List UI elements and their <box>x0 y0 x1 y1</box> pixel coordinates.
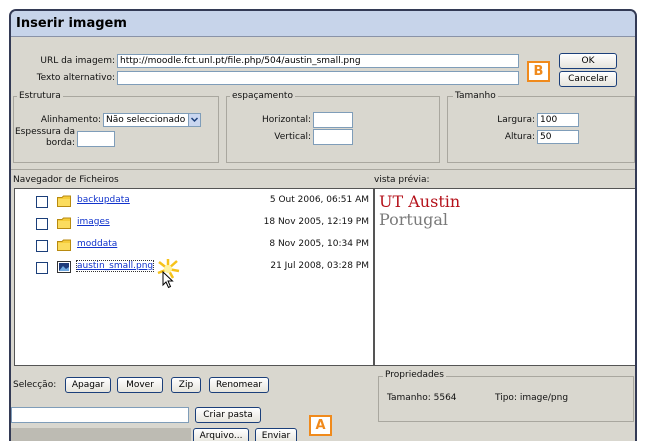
file-checkbox[interactable] <box>36 240 48 252</box>
file-link[interactable]: moddata <box>77 239 117 249</box>
file-link[interactable]: backupdata <box>77 195 130 205</box>
folder-icon <box>57 195 71 207</box>
border-width-input[interactable] <box>77 131 115 147</box>
file-date: 21 Jul 2008, 03:28 PM <box>270 261 369 271</box>
folder-icon <box>57 217 71 229</box>
height-label: Altura: <box>504 132 535 142</box>
list-item[interactable]: austin_small.png 21 Jul 2008, 03:28 PM <box>15 259 371 277</box>
url-label: URL da imagem: <box>40 56 115 66</box>
properties-size: Tamanho: 5564 <box>387 393 457 403</box>
browse-button[interactable]: Arquivo... <box>193 428 249 441</box>
alt-text-input[interactable] <box>117 71 519 85</box>
dialog-title: Inserir imagem <box>11 11 635 37</box>
mouse-pointer-icon <box>162 270 174 292</box>
properties-type: Tipo: image/png <box>495 393 569 403</box>
border-label-line2: borda: <box>45 138 75 148</box>
width-input[interactable]: 100 <box>537 113 579 127</box>
image-preview: UT Austin Portugal <box>374 188 635 366</box>
delete-button[interactable]: Apagar <box>65 377 111 393</box>
rename-button[interactable]: Renomear <box>209 377 269 393</box>
list-item[interactable]: backupdata 5 Out 2006, 06:51 AM <box>15 193 371 211</box>
alignment-label: Alinhamento: <box>40 115 101 125</box>
size-legend: Tamanho <box>453 91 498 101</box>
structure-legend: Estrutura <box>17 91 63 101</box>
url-input[interactable]: http://moodle.fct.unl.pt/file.php/504/au… <box>117 54 519 68</box>
zip-button[interactable]: Zip <box>171 377 201 393</box>
border-label-line1: Espessura da <box>15 127 76 137</box>
selection-label: Selecção: <box>13 380 57 390</box>
file-date: 18 Nov 2005, 12:19 PM <box>263 217 369 227</box>
alt-text-label: Texto alternativo: <box>36 73 115 83</box>
file-date: 8 Nov 2005, 10:34 PM <box>269 239 369 249</box>
insert-image-dialog: Inserir imagem URL da imagem: http://moo… <box>9 9 637 441</box>
chevron-down-icon[interactable] <box>188 114 200 126</box>
horizontal-spacing-input[interactable] <box>313 112 353 128</box>
list-item[interactable]: images 18 Nov 2005, 12:19 PM <box>15 215 371 233</box>
alignment-select[interactable]: Não seleccionado <box>103 113 201 127</box>
file-link[interactable]: images <box>77 217 110 227</box>
height-input[interactable]: 50 <box>537 130 579 144</box>
preview-label: vista prévia: <box>374 175 430 185</box>
annotation-b-badge: B <box>527 61 550 82</box>
width-label: Largura: <box>497 115 535 125</box>
preview-line2: Portugal <box>379 210 449 229</box>
create-folder-button[interactable]: Criar pasta <box>195 407 261 423</box>
properties-legend: Propriedades <box>383 370 446 380</box>
list-item[interactable]: moddata 8 Nov 2005, 10:34 PM <box>15 237 371 255</box>
upload-file-field[interactable] <box>11 428 191 441</box>
preview-image: UT Austin Portugal <box>379 193 460 229</box>
annotation-a-badge: A <box>309 415 332 436</box>
alignment-selected-value: Não seleccionado <box>106 115 186 125</box>
file-checkbox[interactable] <box>36 196 48 208</box>
upload-send-button[interactable]: Enviar <box>255 428 297 441</box>
new-folder-input[interactable] <box>11 407 189 423</box>
vertical-spacing-input[interactable] <box>313 129 353 145</box>
cancel-button[interactable]: Cancelar <box>559 71 617 87</box>
preview-line1: UT Austin <box>379 192 461 211</box>
vertical-label: Vertical: <box>274 132 311 142</box>
divider <box>11 169 635 170</box>
file-date: 5 Out 2006, 06:51 AM <box>269 195 369 205</box>
image-file-icon <box>57 261 71 273</box>
folder-icon <box>57 239 71 251</box>
file-browser: backupdata 5 Out 2006, 06:51 AM images 1… <box>14 188 374 366</box>
file-checkbox[interactable] <box>36 218 48 230</box>
move-button[interactable]: Mover <box>117 377 163 393</box>
file-link[interactable]: austin_small.png <box>75 260 155 272</box>
spacing-legend: espaçamento <box>230 91 295 101</box>
file-checkbox[interactable] <box>36 262 48 274</box>
file-browser-label: Navegador de Ficheiros <box>13 175 119 185</box>
horizontal-label: Horizontal: <box>262 115 311 125</box>
ok-button[interactable]: OK <box>559 53 617 69</box>
